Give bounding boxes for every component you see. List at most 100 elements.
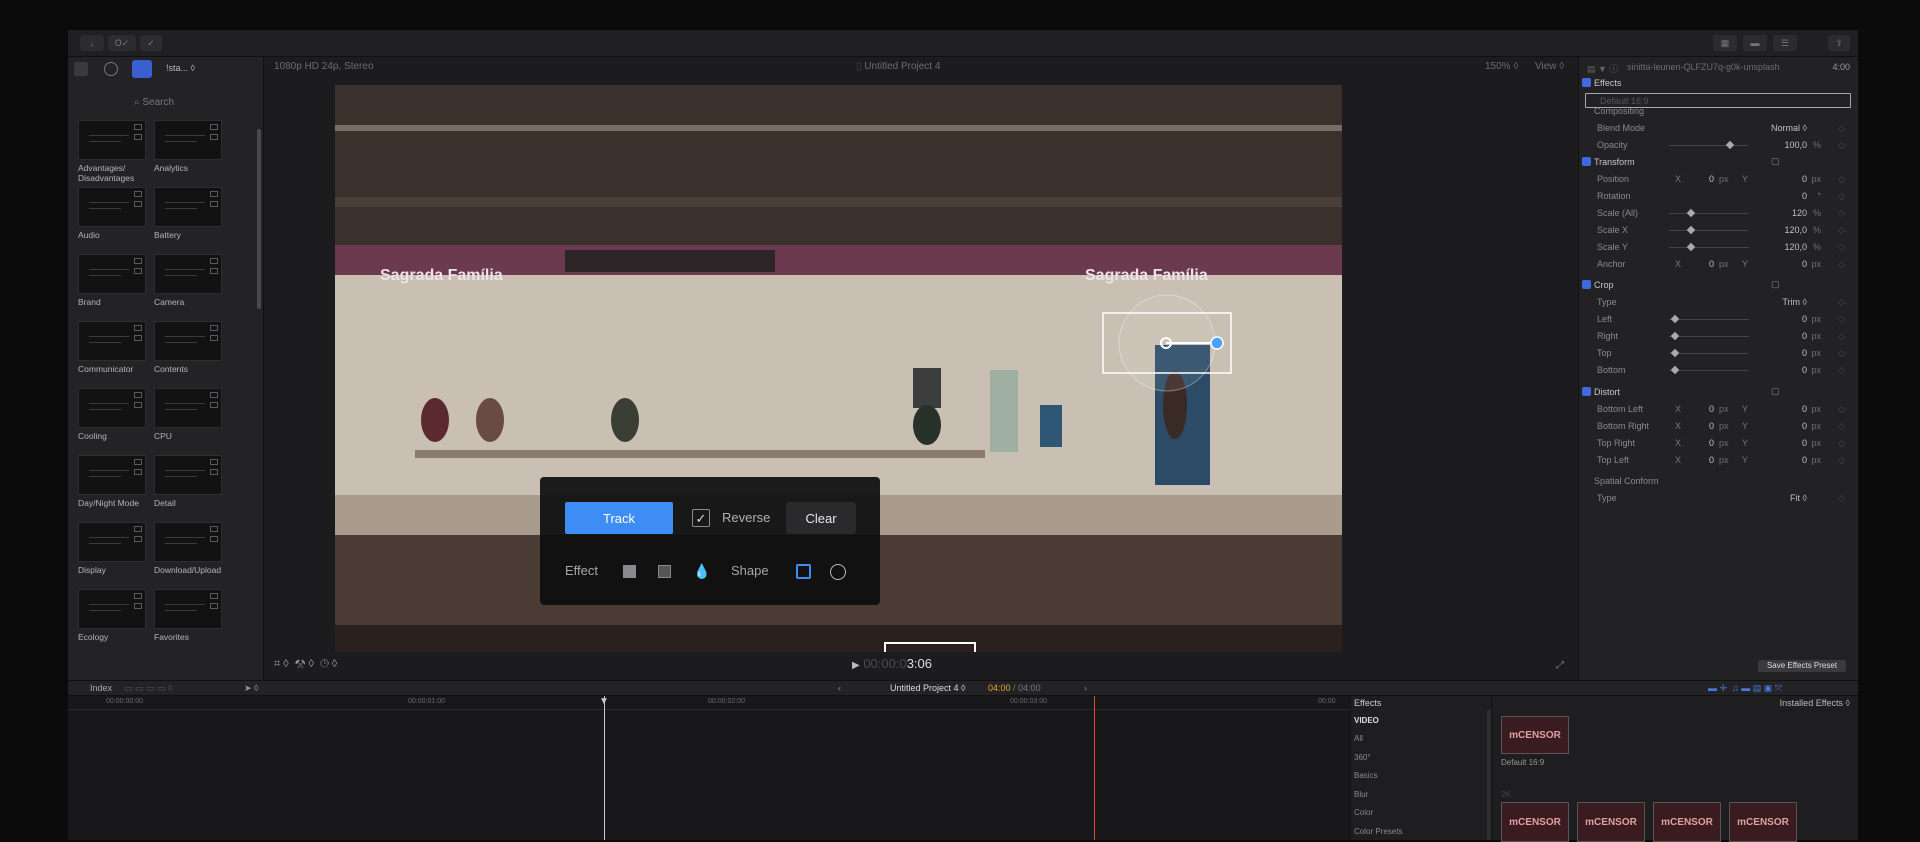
keyframe-icon[interactable]: ◇ (1838, 208, 1845, 219)
layout-inspector-button[interactable]: ☰ (1773, 35, 1797, 51)
param-y-value[interactable]: 0 (1802, 438, 1807, 448)
inspector-row[interactable]: Scale X 120,0% ◇ (1579, 222, 1859, 239)
clear-button[interactable]: Clear (786, 502, 856, 534)
effect-category[interactable]: 360° (1354, 753, 1371, 762)
solid-effect-icon[interactable] (623, 565, 636, 578)
category-scrollbar[interactable] (1487, 710, 1491, 840)
title-thumbnail[interactable] (154, 120, 222, 160)
inspector-row[interactable]: Opacity 100,0% ◇ (1579, 137, 1859, 154)
section-checkbox[interactable] (1582, 157, 1591, 166)
section-icon[interactable]: ▢ (1771, 386, 1780, 397)
playhead-line[interactable] (1094, 696, 1095, 840)
inspector-row[interactable]: Transform ▢ (1579, 154, 1859, 171)
inspector-row[interactable]: Left 0 px ◇ (1579, 311, 1859, 328)
installed-effects-menu[interactable]: Installed Effects ◊ (1780, 698, 1850, 708)
param-x-value[interactable]: 0 (1709, 404, 1714, 414)
circle-shape-icon[interactable] (830, 564, 846, 580)
layout-browser-button[interactable]: ▦ (1713, 35, 1737, 51)
blur-effect-icon[interactable]: 💧 (693, 563, 710, 580)
keyframe-icon[interactable]: ◇ (1838, 225, 1845, 236)
inspector-tabs-icon[interactable]: ▤ ▼ ⓘ (1587, 62, 1618, 75)
effect-category[interactable]: Basics (1354, 771, 1378, 780)
effect-category[interactable]: Color (1354, 808, 1373, 817)
keyframe-icon[interactable]: ◇ (1838, 438, 1845, 449)
inspector-row[interactable]: Position X 0 px Y 0 px ◇ (1579, 171, 1859, 188)
param-y-value[interactable]: 0 (1802, 174, 1807, 184)
inspector-row[interactable]: Anchor X 0 px Y 0 px ◇ (1579, 256, 1859, 273)
playhead-icon[interactable]: ▼ (599, 696, 609, 707)
param-value[interactable]: 0 (1802, 314, 1807, 324)
param-y-value[interactable]: 0 (1802, 421, 1807, 431)
title-thumbnail[interactable] (78, 321, 146, 361)
param-value[interactable]: 120,0 (1784, 225, 1807, 235)
section-icon[interactable]: ▢ (1771, 279, 1780, 290)
param-slider[interactable] (1669, 348, 1749, 358)
keyframe-icon[interactable]: ◇ (1838, 493, 1845, 504)
param-value[interactable]: 0 (1802, 365, 1807, 375)
title-thumbnail[interactable] (154, 589, 222, 629)
effect-thumbnail[interactable]: mCENSOR (1577, 802, 1645, 842)
titles-icon[interactable] (132, 60, 152, 78)
effect-category[interactable]: All (1354, 734, 1363, 743)
inspector-row[interactable]: Type Trim ◊ ◇ (1579, 294, 1859, 311)
title-thumbnail[interactable] (78, 455, 146, 495)
keyframe-icon[interactable]: ◇ (1838, 455, 1845, 466)
param-value[interactable]: 120 (1792, 208, 1807, 218)
fullscreen-icon[interactable]: ⤢ (1556, 660, 1564, 671)
save-effects-preset-button[interactable]: Save Effects Preset (1758, 660, 1846, 672)
keyframe-icon[interactable]: ◇ (1838, 348, 1845, 359)
effect-category[interactable]: Blur (1354, 790, 1368, 799)
track-button[interactable]: Track (565, 502, 673, 534)
transform-tool-menu[interactable]: ⌗ ◊ ⚒ ◊ ◷ ◊ (274, 658, 337, 671)
play-icon[interactable]: ▶ (852, 660, 860, 671)
param-slider[interactable] (1669, 242, 1749, 252)
view-menu[interactable]: View ◊ (1535, 61, 1564, 72)
reverse-checkbox[interactable]: ✓ (692, 509, 710, 527)
keyframe-icon[interactable]: ◇ (1838, 404, 1845, 415)
library-selector[interactable]: !sta... ◊ (166, 63, 195, 73)
inspector-row[interactable]: Bottom 0 px ◇ (1579, 362, 1859, 379)
inspector-row[interactable]: Type Fit ◊ ◇ (1579, 490, 1859, 507)
timeline-project-menu[interactable]: Untitled Project 4 ◊ (890, 683, 966, 693)
timeline[interactable]: 00:00:00:00 00:00:01:00 00:00:02:00 00:00:0… (68, 696, 1350, 840)
param-slider[interactable] (1669, 140, 1749, 150)
browser-scrollbar[interactable] (257, 129, 261, 309)
section-icon[interactable]: ▢ (1771, 156, 1780, 167)
inspector-row[interactable]: Bottom Left X 0 px Y 0 px ◇ (1579, 401, 1859, 418)
inspector-row[interactable]: Right 0 px ◇ (1579, 328, 1859, 345)
keyframe-icon[interactable]: ◇ (1838, 365, 1845, 376)
effect-thumbnail-default[interactable]: mCENSOR (1501, 716, 1569, 754)
media-icon[interactable] (74, 62, 88, 76)
inspector-row[interactable]: Crop ▢ (1579, 277, 1859, 294)
param-x-value[interactable]: 0 (1709, 455, 1714, 465)
pixelate-effect-icon[interactable] (658, 565, 671, 578)
keyframe-icon[interactable]: ◇ (1838, 421, 1845, 432)
background-tasks-button[interactable]: ✓ (140, 35, 162, 51)
inspector-row[interactable]: Distort ▢ (1579, 384, 1859, 401)
title-thumbnail[interactable] (78, 589, 146, 629)
param-value[interactable]: Normal ◊ (1771, 123, 1807, 133)
title-thumbnail[interactable] (78, 120, 146, 160)
title-thumbnail[interactable] (154, 522, 222, 562)
keyframe-icon[interactable]: ◇ (1838, 314, 1845, 325)
param-slider[interactable] (1669, 331, 1749, 341)
effects-checkbox[interactable] (1582, 78, 1591, 87)
index-button[interactable]: Index (90, 683, 112, 693)
effect-thumbnail[interactable]: mCENSOR (1501, 802, 1569, 842)
param-value[interactable]: 0 (1802, 191, 1807, 201)
effect-thumbnail[interactable]: mCENSOR (1653, 802, 1721, 842)
param-slider[interactable] (1669, 314, 1749, 324)
section-checkbox[interactable] (1582, 280, 1591, 289)
inspector-row[interactable]: Scale (All) 120% ◇ (1579, 205, 1859, 222)
keyframe-icon[interactable]: ◇ (1838, 140, 1845, 151)
param-slider[interactable] (1669, 225, 1749, 235)
inspector-row[interactable]: Rotation 0 ° ◇ (1579, 188, 1859, 205)
param-value[interactable]: 120,0 (1784, 242, 1807, 252)
share-button[interactable]: ⇪ (1828, 35, 1850, 51)
inspector-row[interactable]: Top 0 px ◇ (1579, 345, 1859, 362)
param-x-value[interactable]: 0 (1709, 174, 1714, 184)
param-y-value[interactable]: 0 (1802, 455, 1807, 465)
timeline-tools-icons[interactable]: ▬ ✛ ♫ ▬ ▤ ▣ ⤧ (1708, 683, 1782, 694)
inspector-row[interactable]: Top Right X 0 px Y 0 px ◇ (1579, 435, 1859, 452)
title-thumbnail[interactable] (154, 321, 222, 361)
